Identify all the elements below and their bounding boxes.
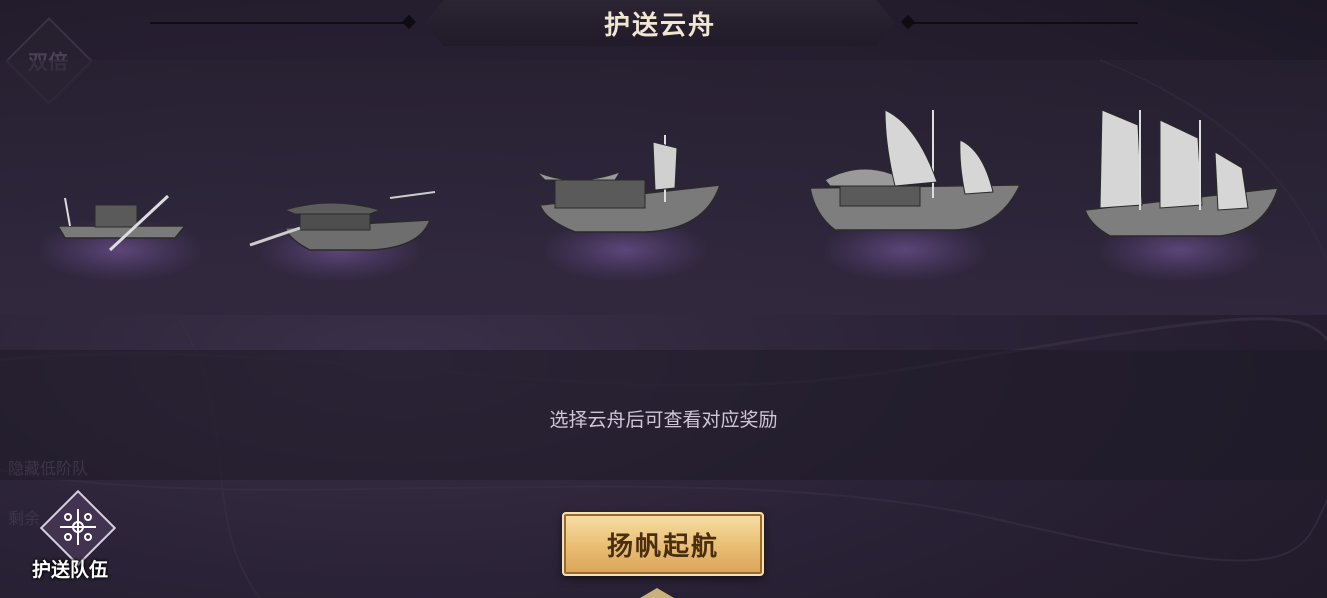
title-bar: 护送云舟 [425,0,895,46]
boat-option-3[interactable] [525,110,725,290]
boat-option-1[interactable] [20,110,220,290]
title-line-left [150,22,412,24]
title-diamond-right [900,14,916,30]
title-diamond-left [401,14,417,30]
junk-boat-icon [1083,110,1280,237]
raft-boat-icon [56,194,187,252]
reward-hint-text: 选择云舟后可查看对应奖励 [549,409,778,431]
boat-option-5[interactable] [1080,110,1280,290]
galleon-boat-icon [809,110,1022,231]
boat-option-2[interactable] [240,110,440,290]
canopy-boat-icon [249,191,436,251]
title-line-right [908,22,1138,24]
hide-low-tier-label: 隐藏低阶队 [8,459,89,478]
page-title: 护送云舟 [603,10,716,41]
escort-team-label: 护送队伍 [31,559,108,581]
team-icon [60,509,96,545]
set-sail-button[interactable]: 扬帆起航 [562,512,764,576]
set-sail-label: 扬帆起航 [606,531,719,562]
escort-team-button[interactable]: 护送队伍 [18,489,128,590]
pavilion-boat-icon [536,135,722,233]
boat-option-4[interactable] [805,110,1022,290]
bottom-ornament-icon [640,588,674,598]
